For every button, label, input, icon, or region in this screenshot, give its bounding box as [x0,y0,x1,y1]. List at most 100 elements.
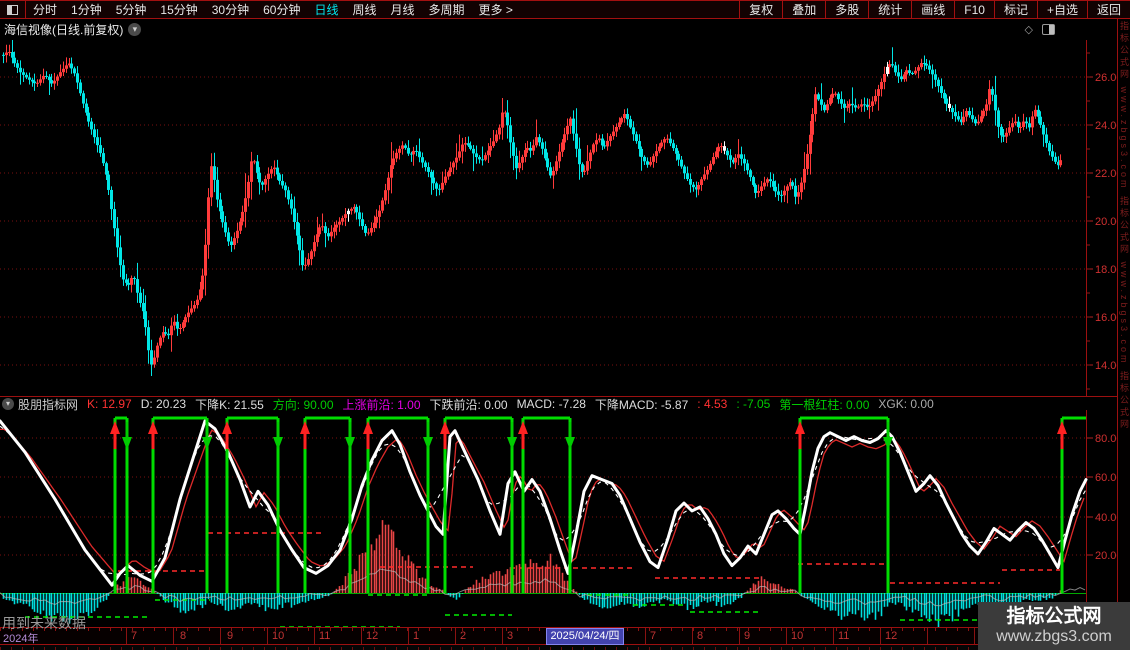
period-tab-更多 >[interactable]: 更多 > [479,1,513,18]
axis-divider [974,628,975,644]
axis-divider [455,628,456,644]
period-tab-月线[interactable]: 月线 [391,1,415,18]
tools-menu: 复权叠加多股统计画线F10标记+自选返回 [739,1,1130,18]
tool-button-返回[interactable]: 返回 [1087,1,1130,18]
side-watermark-strip: 指标公式网 www.zbgs3.com 指标公式网 www.zbgs3.com … [1117,19,1130,645]
watermark-brand: 指标公式网 [1006,606,1101,628]
indicator-header: ▾ 股朋指标网 K: 12.97 D: 20.23 下降K: 21.55 方向: 90.… [0,396,1117,411]
tool-button-叠加[interactable]: 叠加 [782,1,825,18]
axis-divider [126,628,127,644]
axis-divider [408,628,409,644]
axis-month-label: 2 [460,630,466,642]
svg-text:18.00: 18.00 [1095,264,1117,276]
indicator-readout: : -7.05 [736,397,770,411]
page-title: 海信视像(日线.前复权) [4,21,123,38]
svg-text:16.00: 16.00 [1095,312,1117,324]
period-tab-1分钟[interactable]: 1分钟 [71,1,102,18]
indicator-readout: : 4.53 [697,397,727,411]
svg-text:40.00: 40.00 [1095,512,1117,524]
tool-button-复权[interactable]: 复权 [739,1,782,18]
indicator-readout: 下跌前沿: 0.00 [430,396,508,411]
axis-month-label: 1 [413,630,419,642]
svg-text:22.00: 22.00 [1095,168,1117,180]
corner-watermark: 指标公式网 www.zbgs3.com [978,602,1130,650]
indicator-readout: K: 12.97 [87,397,132,411]
indicator-readout: 下降MACD: -5.87 [595,396,688,411]
axis-month-label: 9 [227,630,233,642]
period-tab-周线[interactable]: 周线 [352,1,376,18]
title-bar: 海信视像(日线.前复权) ▾ ◇ [0,19,1130,40]
svg-text:26.00: 26.00 [1095,72,1117,84]
svg-text:14.00: 14.00 [1095,360,1117,372]
layout-icon[interactable] [1042,24,1055,35]
axis-month-label: 8 [697,630,703,642]
date-axis[interactable]: 2024年 2025/04/24/四 789101112123789101112 [0,627,1130,645]
future-data-note: 用到未来数据 [2,613,86,633]
tool-button-+自选[interactable]: +自选 [1037,1,1087,18]
trading-app-window: 分时 1分钟 5分钟 15分钟 30分钟 60分钟日线周线月线多周期更多 > 复权叠加多股… [0,0,1130,650]
indicator-readout: MACD: -7.28 [517,397,586,411]
period-tab-5分钟[interactable]: 5分钟 [116,1,147,18]
sidebar-toggle-button[interactable] [0,1,26,18]
axis-month-label: 7 [650,630,656,642]
main-chart-canvas[interactable]: 26.00 24.00 22.00 20.00 18.00 16.00 14.00 [0,40,1117,396]
axis-divider [833,628,834,644]
axis-divider [692,628,693,644]
svg-text:60.00: 60.00 [1095,472,1117,484]
svg-text:24.00: 24.00 [1095,120,1117,132]
period-tab-日线[interactable]: 日线 [314,1,338,18]
axis-divider [739,628,740,644]
indicator-readout: D: 20.23 [141,397,186,411]
tool-button-标记[interactable]: 标记 [994,1,1037,18]
indicator-name: 股朋指标网 [18,396,78,411]
period-tab-分时[interactable]: 分时 [33,1,57,18]
panel-toggle-icon [7,5,18,15]
bottom-strip [0,645,1130,650]
svg-text:20.00: 20.00 [1095,550,1117,562]
axis-divider [502,628,503,644]
svg-text:20.00: 20.00 [1095,216,1117,228]
side-watermark-text: 指标公式网 www.zbgs3.com 指标公式网 www.zbgs3.com … [1118,21,1130,431]
period-tab-多周期[interactable]: 多周期 [429,1,465,18]
axis-divider [267,628,268,644]
indicator-canvas[interactable]: 80.00 60.00 40.00 20.00 [0,410,1117,628]
indicator-readout: XGK: 0.00 [878,397,933,411]
period-tab-60分钟[interactable]: 60分钟 [263,1,300,18]
axis-divider [314,628,315,644]
axis-divider [880,628,881,644]
axis-month-label: 12 [885,630,897,642]
axis-divider [220,628,221,644]
axis-divider [645,628,646,644]
tool-button-多股[interactable]: 多股 [825,1,868,18]
axis-divider [786,628,787,644]
axis-month-label: 3 [507,630,513,642]
period-tab-15分钟[interactable]: 15分钟 [160,1,197,18]
selected-date-badge: 2025/04/24/四 [546,628,624,645]
diamond-icon[interactable]: ◇ [1025,23,1033,36]
tool-button-画线[interactable]: 画线 [911,1,954,18]
axis-month-label: 11 [319,630,330,642]
period-menu: 分时 1分钟 5分钟 15分钟 30分钟 60分钟日线周线月线多周期更多 > [0,1,520,18]
axis-month-label: 10 [791,630,803,642]
axis-month-label: 9 [744,630,750,642]
chevron-down-icon[interactable]: ▾ [128,23,141,36]
axis-month-label: 10 [272,630,284,642]
period-tab-30分钟[interactable]: 30分钟 [212,1,249,18]
tool-button-F10[interactable]: F10 [954,1,994,18]
axis-month-label: 11 [838,630,849,642]
indicator-readout: 上涨前沿: 1.00 [343,396,421,411]
svg-text:80.00: 80.00 [1095,433,1117,445]
top-toolbar: 分时 1分钟 5分钟 15分钟 30分钟 60分钟日线周线月线多周期更多 > 复权叠加多股… [0,0,1130,19]
indicator-readout: 第一根红柱: 0.00 [779,396,869,411]
axis-divider [173,628,174,644]
axis-month-label: 7 [131,630,137,642]
indicator-readout: 下降K: 21.55 [195,396,264,411]
axis-month-label: 8 [180,630,186,642]
watermark-url: www.zbgs3.com [996,628,1112,646]
chevron-down-icon[interactable]: ▾ [2,398,14,410]
indicator-readout: 方向: 90.00 [273,396,334,411]
axis-divider [927,628,928,644]
tool-button-统计[interactable]: 统计 [868,1,911,18]
axis-divider [361,628,362,644]
axis-month-label: 12 [366,630,378,642]
